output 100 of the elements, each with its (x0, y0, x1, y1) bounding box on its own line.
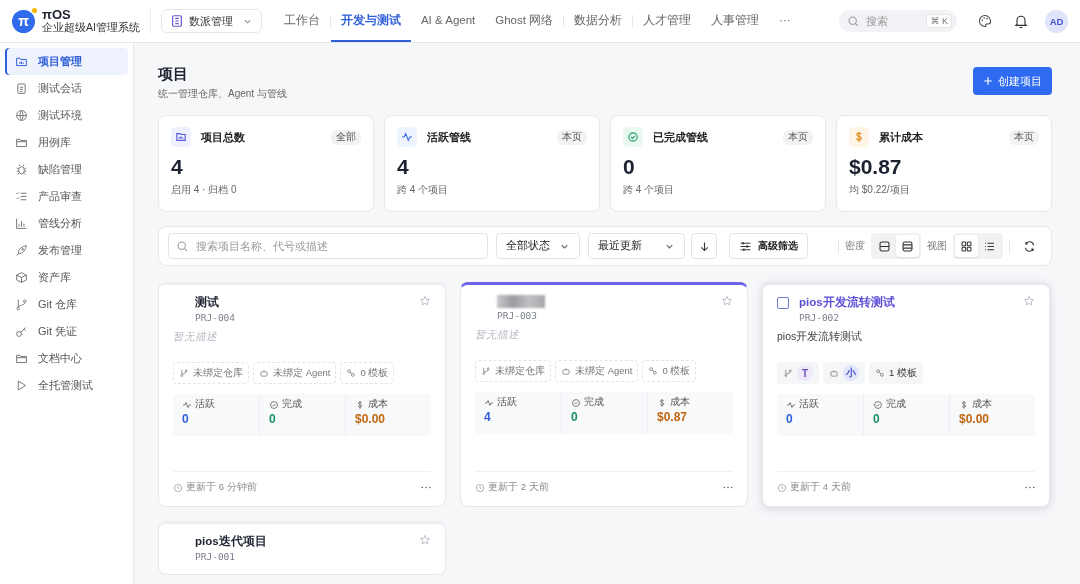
stat-note: 启用 4 · 归档 0 (171, 183, 238, 197)
nav-tab[interactable]: 人事管理 (701, 0, 770, 42)
user-avatar[interactable]: AD (1045, 9, 1068, 33)
link-icon (875, 368, 885, 378)
metric-value: 0 (873, 412, 881, 426)
sidebar-item[interactable]: 文档中心 (5, 345, 128, 372)
nav-tab[interactable]: 工作台 (273, 0, 330, 42)
sidebar-item[interactable]: Git 仓库 (5, 291, 128, 318)
project-title[interactable]: 测试 (195, 295, 219, 310)
chart-icon (15, 217, 28, 230)
advanced-filter-button[interactable]: 高级筛选 (729, 233, 808, 259)
stat-value: 0 (623, 155, 636, 179)
app-subtitle: 企业超级AI管理系统 (42, 22, 140, 34)
sidebar-item[interactable]: 管线分析 (5, 210, 128, 237)
sidebar-item[interactable]: 缺陷管理 (5, 156, 128, 183)
check-circle-icon (571, 397, 581, 408)
metric-label: 成本 (670, 396, 690, 409)
project-description: pios开发流转测试 (777, 330, 864, 344)
sidebar-item[interactable]: 资产库 (5, 264, 128, 291)
project-code: PRJ-001 (195, 551, 236, 562)
comfortable-density-button[interactable] (896, 235, 919, 257)
agent-binding-chip[interactable]: 未绑定 Agent (253, 362, 337, 384)
repo-binding-chip[interactable]: 未绑定仓库 (173, 362, 249, 384)
sidebar-item[interactable]: 发布管理 (5, 237, 128, 264)
nav-tab[interactable]: 开发与测试 (330, 0, 411, 42)
status-dropdown[interactable]: 全部状态 (496, 233, 580, 259)
stat-label: 活跃管线 (427, 129, 471, 145)
star-icon[interactable] (419, 534, 431, 546)
project-description: 暂无描述 (173, 330, 218, 344)
grid-view-button[interactable] (955, 235, 978, 257)
scope-badge: 本页 (1009, 129, 1039, 145)
branch-icon (481, 366, 491, 376)
template-binding-chip[interactable]: 1 模板 (869, 362, 923, 384)
sidebar-item[interactable]: 产品审查 (5, 183, 128, 210)
sort-dropdown[interactable]: 最近更新 (588, 233, 685, 259)
project-search-field[interactable]: 搜索项目名称、代号或描述 (168, 233, 488, 259)
play-icon (15, 379, 28, 392)
palette-icon[interactable] (977, 13, 993, 29)
nav-tab[interactable]: Ghost 网络 (485, 0, 564, 42)
template-binding-chip[interactable]: 0 模板 (340, 362, 395, 384)
activity-icon (397, 127, 417, 147)
folder-icon (15, 352, 28, 365)
project-title[interactable]: pios开发流转测试 (799, 295, 895, 310)
repo-binding-chip[interactable]: T (777, 362, 819, 384)
nav-tab[interactable]: ··· (769, 0, 801, 42)
stat-note: 均 $0.22/项目 (849, 183, 911, 197)
nav-tab[interactable]: AI & Agent (410, 0, 486, 42)
shortcut-hint: ⌘ K (926, 14, 952, 28)
metric-value: 0 (269, 412, 277, 426)
metric-value: $0.00 (355, 412, 387, 426)
repo-binding-chip[interactable]: 未绑定仓库 (475, 360, 551, 382)
sidebar-item[interactable]: Git 凭证 (5, 318, 128, 345)
clock-icon (475, 482, 485, 493)
three-rows-icon (901, 239, 914, 253)
project-card[interactable]: pios迭代项目 PRJ-001 (158, 521, 446, 575)
folder-icon (171, 127, 191, 147)
project-code: PRJ-004 (195, 312, 236, 323)
stat-value: $0.87 (849, 155, 903, 179)
branch-icon (15, 298, 28, 311)
globe-icon (15, 109, 28, 122)
nav-tab[interactable]: 人才管理 (633, 0, 702, 42)
nav-tab[interactable]: 数据分析 (564, 0, 633, 42)
metric-label: 完成 (282, 398, 302, 411)
app-name: πOS (42, 8, 71, 23)
create-project-button[interactable]: 创建项目 (973, 67, 1052, 95)
more-options-icon[interactable] (723, 486, 733, 489)
agent-binding-chip[interactable]: 未绑定 Agent (555, 360, 639, 382)
notification-bell-icon[interactable] (1013, 13, 1029, 29)
sliders-icon (739, 239, 752, 253)
sort-direction-button[interactable] (691, 233, 717, 259)
more-options-icon[interactable] (1025, 486, 1035, 489)
project-title[interactable]: pios迭代项目 (195, 534, 267, 549)
star-icon[interactable] (419, 295, 431, 307)
workspace-selector[interactable]: 数派管理 (160, 9, 262, 33)
page-title: 项目 (158, 65, 189, 84)
two-rows-icon (878, 239, 891, 253)
agent-binding-chip[interactable]: 小 (823, 362, 865, 384)
stat-value: 4 (397, 155, 410, 179)
star-icon[interactable] (721, 295, 733, 307)
project-card[interactable]: pios开发流转测试 PRJ-002 pios开发流转测试 T 小 1 模板 活跃 0 完成 0 成本 $0.00 更新于 4 天前 (762, 282, 1050, 507)
folder-icon (15, 136, 28, 149)
sidebar-item[interactable]: 测试环境 (5, 102, 128, 129)
metric-value: $0.00 (959, 412, 991, 426)
sidebar-item[interactable]: 用例库 (5, 129, 128, 156)
sidebar-item[interactable]: 测试会话 (5, 75, 128, 102)
star-icon[interactable] (1023, 295, 1035, 307)
sidebar-item[interactable]: 项目管理 (5, 48, 128, 75)
metric-value: 0 (786, 412, 794, 426)
page-subtitle: 统一管理仓库、Agent 与管线 (158, 87, 287, 101)
more-options-icon[interactable] (421, 486, 431, 489)
template-binding-chip[interactable]: 0 模板 (642, 360, 697, 382)
building-icon (169, 14, 184, 28)
sidebar-item[interactable]: 全托管测试 (5, 372, 128, 399)
project-card[interactable]: 测试 PRJ-004 暂无描述 未绑定仓库 未绑定 Agent 0 模板 活跃 0 完成 0 成本 $0.00 更新于 6 分钟前 (158, 282, 446, 507)
grid-icon (960, 239, 973, 253)
stat-note: 跨 4 个项目 (397, 183, 450, 197)
stat-label: 项目总数 (201, 129, 245, 145)
project-card[interactable]: PRJ-003 暂无描述 未绑定仓库 未绑定 Agent 0 模板 活跃 4 完成 0 成本 $0.87 更新于 2 天前 (460, 282, 748, 507)
select-checkbox[interactable] (777, 297, 789, 309)
view-label: 视图 (927, 239, 947, 253)
